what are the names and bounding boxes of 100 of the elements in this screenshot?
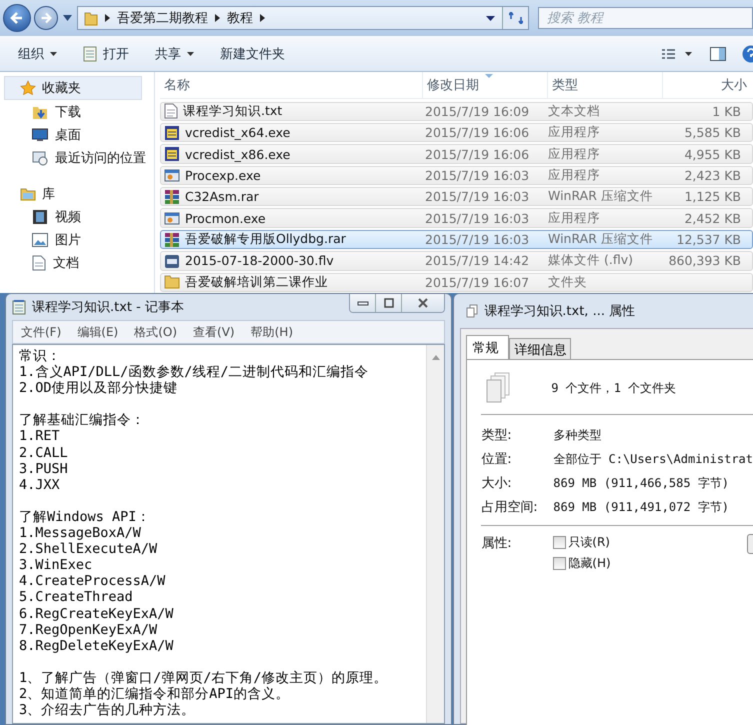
file-name: 课程学习知识.txt <box>183 102 282 120</box>
size-cell-text: 860,393 KB <box>668 253 742 268</box>
file-row[interactable]: Procmon.exe 2015/7/19 16:03 应用程序 2,452 KB <box>160 208 753 228</box>
multiple-files-icon <box>485 372 512 404</box>
forward-button[interactable] <box>34 6 58 30</box>
monitor-icon <box>32 128 48 142</box>
sidebar-group[interactable]: 收藏夹 <box>4 76 142 100</box>
text-line: 3.PUSH <box>19 460 69 477</box>
sidebar-item[interactable]: 桌面 <box>0 123 154 146</box>
help-icon[interactable] <box>742 44 753 62</box>
field-value: 869 MB (911,491,072 字节) <box>553 498 729 516</box>
menu-item[interactable]: 格式(O) <box>126 324 186 340</box>
minimize-icon <box>356 300 369 306</box>
refresh-icon <box>508 12 522 24</box>
minimize-button[interactable] <box>350 294 376 312</box>
sidebar-item[interactable]: 图片 <box>0 228 154 251</box>
size-cell-text: 2,423 KB <box>683 168 742 183</box>
menu-item[interactable]: 查看(V) <box>185 324 243 340</box>
dropdown-icon[interactable] <box>486 16 495 20</box>
address-bar[interactable]: 吾爱第二期教程 教程 <box>77 6 529 30</box>
sidebar-item[interactable]: 视频 <box>0 205 154 228</box>
close-icon <box>417 298 430 308</box>
column-header[interactable]: 大小 <box>663 72 753 98</box>
file-row[interactable]: Procexp.exe 2015/7/19 16:03 应用程序 2,423 KB <box>160 166 753 186</box>
text-line: 2、知道简单的汇编指令和部分API的含义。 <box>19 686 291 702</box>
selection-summary: 9 个文件，1 个文件夹 <box>551 380 676 396</box>
file-row[interactable]: 课程学习知识.txt 2015/7/19 16:09 文本文档 1 KB <box>160 102 753 121</box>
close-button[interactable] <box>402 294 444 312</box>
caret-icon <box>50 52 57 56</box>
breadcrumb-arrow-icon[interactable] <box>260 14 265 22</box>
installer-icon <box>164 124 180 141</box>
application-icon <box>164 167 180 184</box>
size-cell-text: 1,125 KB <box>683 189 742 204</box>
file-name: 吾爱破解培训第二课作业 <box>185 274 328 291</box>
sidebar-group[interactable]: 库 <box>0 183 154 205</box>
file-row[interactable]: 吾爱破解专用版Ollydbg.rar 2015/7/19 16:03 WinRAR 压缩文件 12,537 KB <box>160 230 753 250</box>
column-header[interactable]: 修改日期 <box>423 72 548 98</box>
text-line: 5.CreateThread <box>19 589 134 606</box>
file-row[interactable]: vcredist_x86.exe 2015/7/19 16:06 应用程序 4,955 KB <box>160 144 753 164</box>
toolbar-button[interactable]: 新建文件夹 <box>214 40 291 66</box>
column-header[interactable]: 类型 <box>548 72 663 98</box>
tab[interactable]: 常规 <box>466 335 510 359</box>
tab[interactable]: 详细信息 <box>509 338 572 359</box>
text-line: 4.CreateProcessA/W <box>19 573 166 590</box>
size-cell-text: 5,585 KB <box>683 125 742 140</box>
view-options-button[interactable] <box>660 46 694 60</box>
folder-icon <box>84 10 98 26</box>
folder-icon <box>164 275 180 290</box>
text-line: 了解基础汇编指令： <box>19 412 146 428</box>
back-button[interactable] <box>3 4 31 32</box>
text-line: 2.CALL <box>19 444 69 461</box>
scrollbar[interactable] <box>426 345 444 723</box>
dropdown-icon[interactable] <box>63 15 72 21</box>
file-row[interactable]: C32Asm.rar 2015/7/19 16:03 WinRAR 压缩文件 1,125 KB <box>160 187 753 206</box>
size-cell-text: 1 KB <box>711 104 742 119</box>
text-line: 1.含义API/DLL/函数参数/线程/二进制代码和汇编指令 <box>19 364 370 380</box>
menu-item[interactable]: 编辑(E) <box>69 324 126 340</box>
text-line: 2.ShellExecuteA/W <box>19 541 158 558</box>
date-cell-text: 2015/7/19 16:06 <box>424 146 530 162</box>
type-cell-text: 文件夹 <box>547 274 588 291</box>
date-cell-text: 2015/7/19 16:03 <box>424 210 530 226</box>
column-header[interactable]: 名称 <box>160 72 423 98</box>
field-value: 全部位于 C:\Users\Administrat <box>553 450 753 468</box>
sidebar-item[interactable]: 最近访问的位置 <box>0 146 154 169</box>
file-row[interactable]: vcredist_x64.exe 2015/7/19 16:06 应用程序 5,585 KB <box>160 122 753 142</box>
toolbar-button[interactable]: 打开 <box>77 40 135 66</box>
type-cell-text: WinRAR 压缩文件 <box>547 231 654 248</box>
date-cell-text: 2015/7/19 16:07 <box>424 274 530 290</box>
recent-places-icon <box>32 150 48 166</box>
toolbar-button[interactable]: 共享 <box>149 40 200 66</box>
application-icon <box>164 210 180 226</box>
file-row[interactable]: 吾爱破解培训第二课作业 2015/7/19 16:07 文件夹 <box>160 272 753 292</box>
refresh-button[interactable] <box>502 7 528 29</box>
maximize-button[interactable] <box>376 294 402 312</box>
preview-pane-button[interactable] <box>708 44 728 62</box>
file-name: C32Asm.rar <box>185 189 259 204</box>
menu-item[interactable]: 帮助(H) <box>242 324 301 340</box>
search-field[interactable]: 搜索 教程 <box>538 7 753 29</box>
file-row[interactable]: 2015-07-18-2000-30.flv 2015/7/19 14:42 媒体文件 (.flv) 860,393 KB <box>160 251 753 271</box>
star-icon <box>20 80 36 96</box>
maximize-icon <box>384 298 394 308</box>
text-line: 6.RegCreateKeyExA/W <box>19 606 174 622</box>
breadcrumb-item[interactable]: 吾爱第二期教程 <box>117 9 208 27</box>
checkbox[interactable]: 只读(R) <box>553 534 611 551</box>
menu-item[interactable]: 文件(F) <box>13 324 70 340</box>
size-cell-text: 4,955 KB <box>683 146 742 162</box>
date-cell-text: 2015/7/19 16:03 <box>424 232 530 248</box>
archive-icon <box>164 188 180 205</box>
toolbar-button[interactable]: 组织 <box>12 40 63 66</box>
sidebar-item[interactable]: 文档 <box>0 251 154 274</box>
breadcrumb-arrow-icon[interactable] <box>105 14 110 22</box>
field-value: 869 MB (911,466,585 字节) <box>553 474 729 492</box>
checkbox[interactable]: 隐藏(H) <box>553 555 611 572</box>
sidebar-item[interactable]: 下载 <box>0 100 154 123</box>
text-line: 4.JXX <box>19 476 61 493</box>
breadcrumb-item[interactable]: 教程 <box>227 9 253 27</box>
breadcrumb-arrow-icon[interactable] <box>215 14 220 22</box>
text-line: 7.RegOpenKeyExA/W <box>19 622 158 638</box>
notepad-icon <box>12 299 26 315</box>
notepad-icon <box>83 46 97 62</box>
